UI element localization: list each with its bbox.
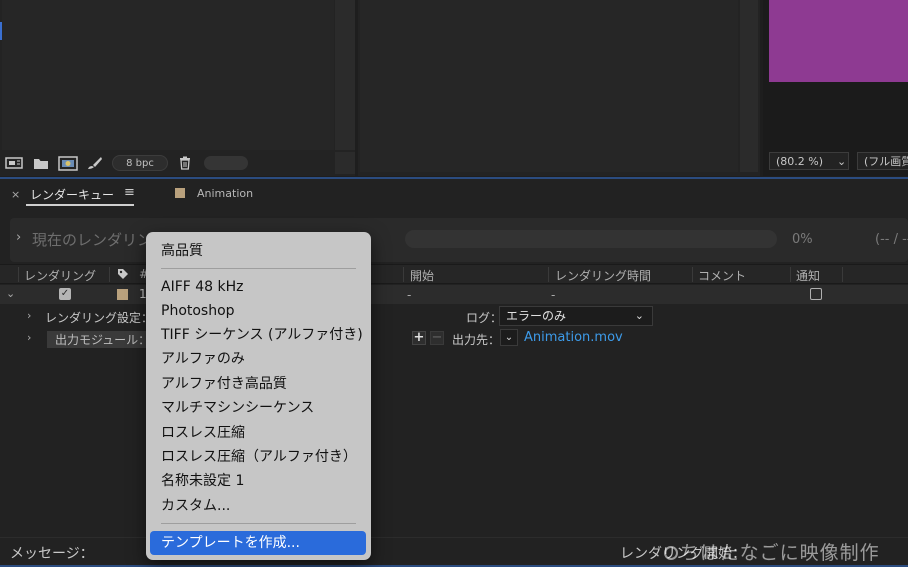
render-checkbox[interactable]: ✓ xyxy=(59,288,71,300)
output-file-link[interactable]: Animation.mov xyxy=(524,330,623,345)
resolution-dropdown[interactable]: (フル画質) xyxy=(857,152,908,170)
project-list-area[interactable] xyxy=(2,0,334,150)
composition-viewer: (80.2 %) ⌄ (フル画質) xyxy=(763,0,908,176)
remove-output-module-button[interactable]: − xyxy=(430,331,444,345)
render-queue-tabbar: × レンダーキュー ≡ Animation xyxy=(0,179,908,209)
menu-item-multi-machine[interactable]: マルチマシンシーケンス xyxy=(146,396,371,420)
watermark-logo-icon xyxy=(664,546,678,560)
composition-color-swatch xyxy=(175,188,185,198)
column-notify[interactable]: 通知 xyxy=(796,267,820,284)
effects-content-area xyxy=(360,0,738,172)
output-module-row: › 出力モジュール： + − 出力先： ⌄ Animation.mov xyxy=(0,328,908,348)
watermark-label: ちはたなごに映像制作 xyxy=(680,542,880,564)
watermark-text: ちはたなごに映像制作 xyxy=(664,538,880,565)
item-render-time-value: - xyxy=(551,288,556,302)
chevron-right-icon[interactable]: › xyxy=(27,309,31,322)
column-separator xyxy=(109,267,110,282)
bit-depth-button[interactable]: 8 bpc xyxy=(112,155,168,171)
log-dropdown[interactable]: エラーのみ ⌄ xyxy=(499,306,653,326)
menu-item-lossless-alpha[interactable]: ロスレス圧縮（アルファ付き） xyxy=(146,445,371,469)
menu-item-untitled-1[interactable]: 名称未設定 1 xyxy=(146,469,371,493)
render-status-bar: メッセージ： レンダリング開始： ちはたなごに映像制作 xyxy=(0,537,908,567)
label-tag-icon[interactable] xyxy=(117,268,129,280)
output-module-template-menu: 高品質 AIFF 48 kHz Photoshop TIFF シーケンス (アル… xyxy=(146,232,371,560)
menu-item-alpha-only[interactable]: アルファのみ xyxy=(146,347,371,371)
project-panel: 8 bpc xyxy=(0,0,355,176)
menu-item-tiff-sequence[interactable]: TIFF シーケンス (アルファ付き) xyxy=(146,323,371,347)
new-composition-icon[interactable] xyxy=(58,155,78,171)
project-scroll-corner xyxy=(335,152,355,174)
chevron-down-icon: ⌄ xyxy=(837,154,847,168)
column-separator xyxy=(548,267,549,282)
column-separator xyxy=(842,267,843,282)
current-render-box: › 現在のレンダリング 0% (-- / --) xyxy=(10,218,908,262)
queue-column-header: レンダリング # 開始 レンダリング時間 コメント 通知 xyxy=(0,264,908,284)
column-separator xyxy=(790,267,791,282)
message-label: メッセージ： xyxy=(10,546,94,562)
add-output-module-button[interactable]: + xyxy=(412,331,426,345)
effects-panel xyxy=(358,0,760,176)
project-scrollbar[interactable] xyxy=(335,0,355,150)
item-label-swatch[interactable] xyxy=(117,289,128,300)
project-toolbar: 8 bpc xyxy=(0,152,335,174)
menu-item-photoshop[interactable]: Photoshop xyxy=(146,299,371,323)
column-start[interactable]: 開始 xyxy=(410,267,434,284)
brush-icon[interactable] xyxy=(85,155,105,171)
render-settings-row: › レンダリング設定： ログ： エラーのみ ⌄ xyxy=(0,306,908,326)
menu-item-aiff[interactable]: AIFF 48 kHz xyxy=(146,275,371,299)
column-render[interactable]: レンダリング xyxy=(24,267,96,284)
menu-item-make-template[interactable]: テンプレートを作成... xyxy=(150,531,366,555)
menu-item-lossless[interactable]: ロスレス圧縮 xyxy=(146,421,371,445)
interpret-footage-icon[interactable] xyxy=(4,155,24,171)
log-value: エラーのみ xyxy=(506,309,567,323)
new-folder-icon[interactable] xyxy=(31,155,51,171)
column-separator xyxy=(18,267,19,282)
active-tab-underline xyxy=(26,204,134,206)
log-label: ログ： xyxy=(466,311,503,325)
menu-item-high-quality[interactable]: 高品質 xyxy=(146,239,371,263)
chevron-right-icon[interactable]: › xyxy=(16,230,21,245)
panel-menu-icon[interactable]: ≡ xyxy=(124,185,135,200)
render-settings-label[interactable]: レンダリング設定： xyxy=(45,309,153,326)
output-to-label: 出力先： xyxy=(452,333,501,347)
resolution-value: (フル画質) xyxy=(864,155,908,168)
column-render-time[interactable]: レンダリング時間 xyxy=(555,267,651,284)
column-comment[interactable]: コメント xyxy=(698,267,746,284)
render-progress-count: (-- / --) xyxy=(875,232,908,247)
menu-item-high-quality-alpha[interactable]: アルファ付き高品質 xyxy=(146,372,371,396)
render-progress-percent: 0% xyxy=(792,232,813,247)
render-queue-panel: × レンダーキュー ≡ Animation › 現在のレンダリング 0% (--… xyxy=(0,179,908,567)
zoom-value: (80.2 %) xyxy=(776,154,824,168)
column-separator xyxy=(692,267,693,282)
menu-item-custom[interactable]: カスタム... xyxy=(146,494,371,518)
item-start-value: - xyxy=(407,288,412,302)
tab-animation[interactable]: Animation xyxy=(197,187,253,200)
effects-scroll-corner xyxy=(740,152,758,172)
chevron-right-icon[interactable]: › xyxy=(27,331,31,344)
column-separator xyxy=(403,267,404,282)
notify-checkbox[interactable] xyxy=(810,288,822,300)
render-progress-bar xyxy=(405,230,777,248)
trash-icon[interactable] xyxy=(175,155,195,171)
zoom-dropdown[interactable]: (80.2 %) ⌄ xyxy=(769,152,849,170)
output-module-label[interactable]: 出力モジュール： xyxy=(47,331,159,348)
chevron-down-icon: ⌄ xyxy=(634,309,644,322)
composition-preview[interactable] xyxy=(769,0,908,82)
effects-scrollbar[interactable] xyxy=(740,0,758,152)
menu-separator xyxy=(161,268,356,269)
project-search-pill[interactable] xyxy=(204,156,248,170)
close-tab-icon[interactable]: × xyxy=(11,188,20,201)
queue-item-row[interactable]: ⌄ ✓ 1 - - xyxy=(0,285,908,304)
tab-render-queue[interactable]: レンダーキュー xyxy=(30,186,114,203)
output-to-dropdown[interactable]: ⌄ xyxy=(500,329,518,346)
menu-separator xyxy=(161,523,356,524)
expand-chevron-icon[interactable]: ⌄ xyxy=(6,287,15,300)
